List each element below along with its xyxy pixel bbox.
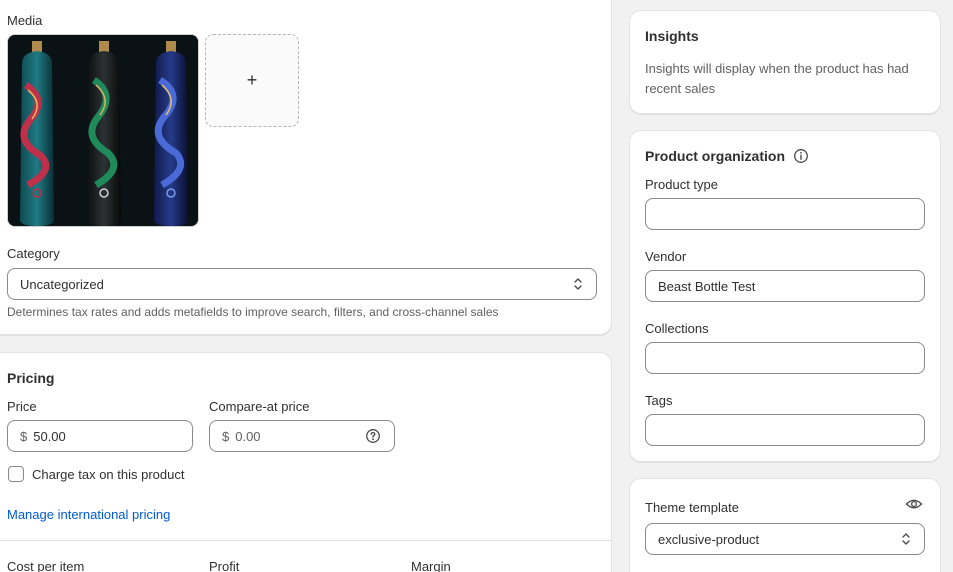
price-input[interactable]: $ 50.00 xyxy=(7,420,193,452)
charge-tax-checkbox[interactable] xyxy=(8,466,24,482)
price-currency: $ xyxy=(20,428,28,444)
compare-currency: $ xyxy=(222,428,230,444)
pricing-card xyxy=(0,352,612,572)
add-media-button[interactable]: + xyxy=(205,34,299,127)
tags-input[interactable] xyxy=(645,414,925,446)
category-help-text: Determines tax rates and adds metafields… xyxy=(7,305,499,319)
compare-placeholder: 0.00 xyxy=(235,428,261,444)
compare-at-label: Compare-at price xyxy=(209,399,310,414)
price-value: 50.00 xyxy=(33,428,66,444)
collections-label: Collections xyxy=(645,321,709,336)
theme-template-value: exclusive-product xyxy=(658,531,760,547)
cost-per-item-label: Cost per item xyxy=(7,559,85,572)
pricing-heading: Pricing xyxy=(7,370,55,386)
category-value: Uncategorized xyxy=(20,276,104,292)
manage-international-pricing-link[interactable]: Manage international pricing xyxy=(7,507,170,522)
product-organization-heading: Product organization xyxy=(645,148,785,164)
insights-heading: Insights xyxy=(645,28,699,44)
dragon-bottles-image xyxy=(8,35,198,226)
tags-label: Tags xyxy=(645,393,673,408)
vendor-input[interactable]: Beast Bottle Test xyxy=(645,270,925,302)
charge-tax-label: Charge tax on this product xyxy=(32,467,185,482)
plus-label: + xyxy=(246,70,258,90)
chevron-up-down-icon xyxy=(902,533,910,545)
category-label: Category xyxy=(7,246,60,261)
insights-body: Insights will display when the product h… xyxy=(645,61,909,96)
product-type-label: Product type xyxy=(645,177,718,192)
vendor-label: Vendor xyxy=(645,249,687,264)
info-icon[interactable] xyxy=(793,148,809,164)
media-thumbnail[interactable] xyxy=(7,34,199,227)
product-type-input[interactable] xyxy=(645,198,925,230)
pricing-divider xyxy=(0,540,612,541)
theme-template-heading: Theme template xyxy=(645,500,739,515)
collections-input[interactable] xyxy=(645,342,925,374)
chevron-up-down-icon xyxy=(574,278,582,290)
price-label: Price xyxy=(7,399,37,414)
margin-label: Margin xyxy=(411,559,451,572)
media-heading: Media xyxy=(7,13,43,28)
theme-template-select[interactable]: exclusive-product xyxy=(645,523,925,555)
help-circle-icon[interactable] xyxy=(365,428,381,444)
category-select[interactable]: Uncategorized xyxy=(7,268,597,300)
profit-label: Profit xyxy=(209,559,240,572)
eye-icon[interactable] xyxy=(905,496,923,512)
vendor-value: Beast Bottle Test xyxy=(658,278,756,294)
